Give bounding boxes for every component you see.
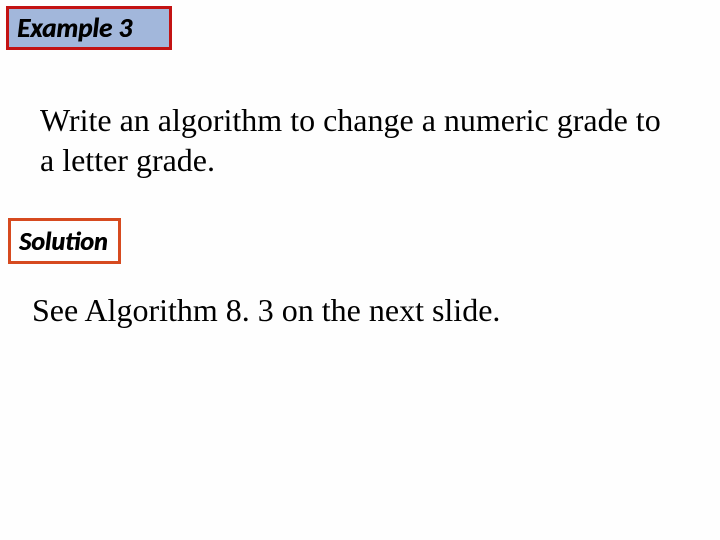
example-badge: Example 3: [6, 6, 172, 50]
slide: Example 3 Write an algorithm to change a…: [0, 0, 720, 540]
solution-body-text: See Algorithm 8. 3 on the next slide.: [32, 290, 682, 330]
example-badge-label: Example 3: [17, 12, 132, 45]
solution-badge: Solution: [8, 218, 121, 264]
problem-statement: Write an algorithm to change a numeric g…: [40, 100, 680, 180]
solution-badge-label: Solution: [19, 225, 108, 257]
